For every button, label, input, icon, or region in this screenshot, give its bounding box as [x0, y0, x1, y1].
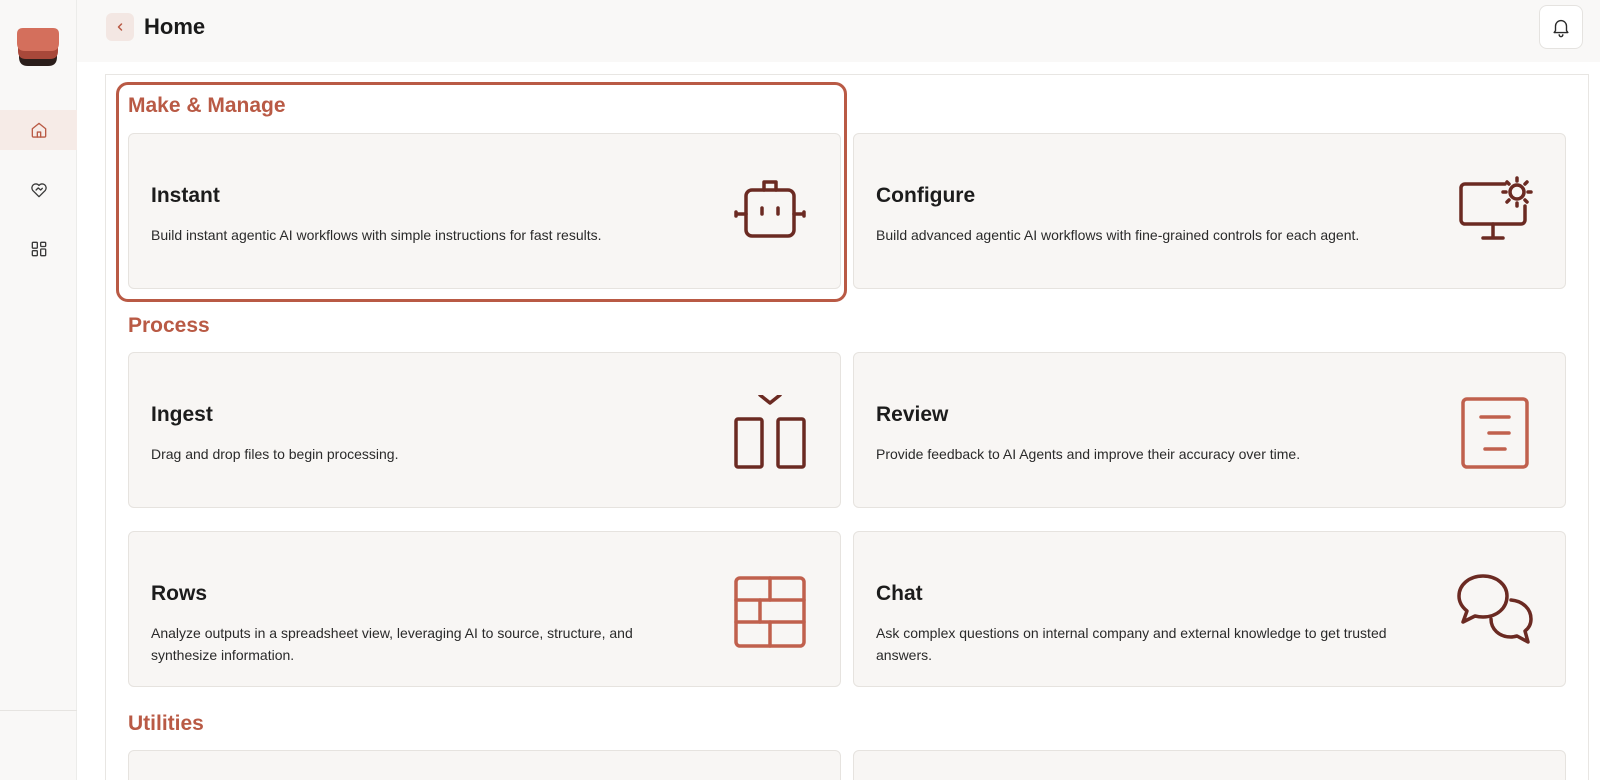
- ingest-icon: [734, 395, 806, 469]
- robot-icon: [734, 180, 806, 238]
- card-description: Analyze outputs in a spreadsheet view, l…: [151, 625, 633, 663]
- bell-icon: [1553, 19, 1569, 38]
- card-title: Ingest: [151, 403, 213, 426]
- card-utility-2[interactable]: [853, 750, 1566, 780]
- back-button[interactable]: [106, 13, 134, 41]
- card-review[interactable]: Review Provide feedback to AI Agents and…: [853, 352, 1566, 508]
- card-description: Build advanced agentic AI workflows with…: [876, 227, 1360, 243]
- card-description: Ask complex questions on internal compan…: [876, 625, 1387, 663]
- section-title-make-manage: Make & Manage: [128, 94, 286, 117]
- sidebar: [0, 0, 77, 780]
- card-description: Build instant agentic AI workflows with …: [151, 227, 602, 243]
- card-title: Instant: [151, 184, 220, 207]
- card-utility-1[interactable]: [128, 750, 841, 780]
- table-icon: [734, 576, 806, 648]
- card-title: Rows: [151, 582, 208, 605]
- card-ingest[interactable]: Ingest Drag and drop files to begin proc…: [128, 352, 841, 508]
- monitor-gear-icon: [1459, 176, 1533, 240]
- heart-handshake-icon: [30, 183, 47, 198]
- apps-grid-icon: [31, 241, 46, 257]
- card-title: Chat: [876, 582, 923, 605]
- card-rows[interactable]: Rows Analyze outputs in a spreadsheet vi…: [128, 531, 841, 687]
- section-title-process: Process: [128, 314, 210, 337]
- card-description: Provide feedback to AI Agents and improv…: [876, 446, 1301, 462]
- card-title: Configure: [876, 184, 976, 207]
- sidebar-item-home[interactable]: [0, 110, 77, 150]
- sidebar-item-apps[interactable]: [0, 229, 77, 269]
- home-icon: [31, 122, 46, 138]
- card-chat[interactable]: Chat Ask complex questions on internal c…: [853, 531, 1566, 687]
- card-description: Drag and drop files to begin processing.: [151, 446, 399, 462]
- card-title: Review: [876, 403, 949, 426]
- card-configure[interactable]: Configure Build advanced agentic AI work…: [853, 133, 1566, 289]
- chat-bubbles-icon: [1457, 574, 1533, 644]
- card-instant[interactable]: Instant Build instant agentic AI workflo…: [128, 133, 841, 289]
- sidebar-divider: [0, 710, 77, 711]
- page-title: Home: [144, 14, 206, 39]
- app-logo[interactable]: [16, 26, 60, 70]
- review-document-icon: [1461, 397, 1529, 469]
- notifications-button[interactable]: [1539, 5, 1583, 49]
- sidebar-item-heart-handshake[interactable]: [0, 170, 77, 210]
- section-title-utilities: Utilities: [128, 712, 204, 735]
- chevron-left-icon: [117, 23, 123, 31]
- top-header: Home: [77, 0, 1600, 62]
